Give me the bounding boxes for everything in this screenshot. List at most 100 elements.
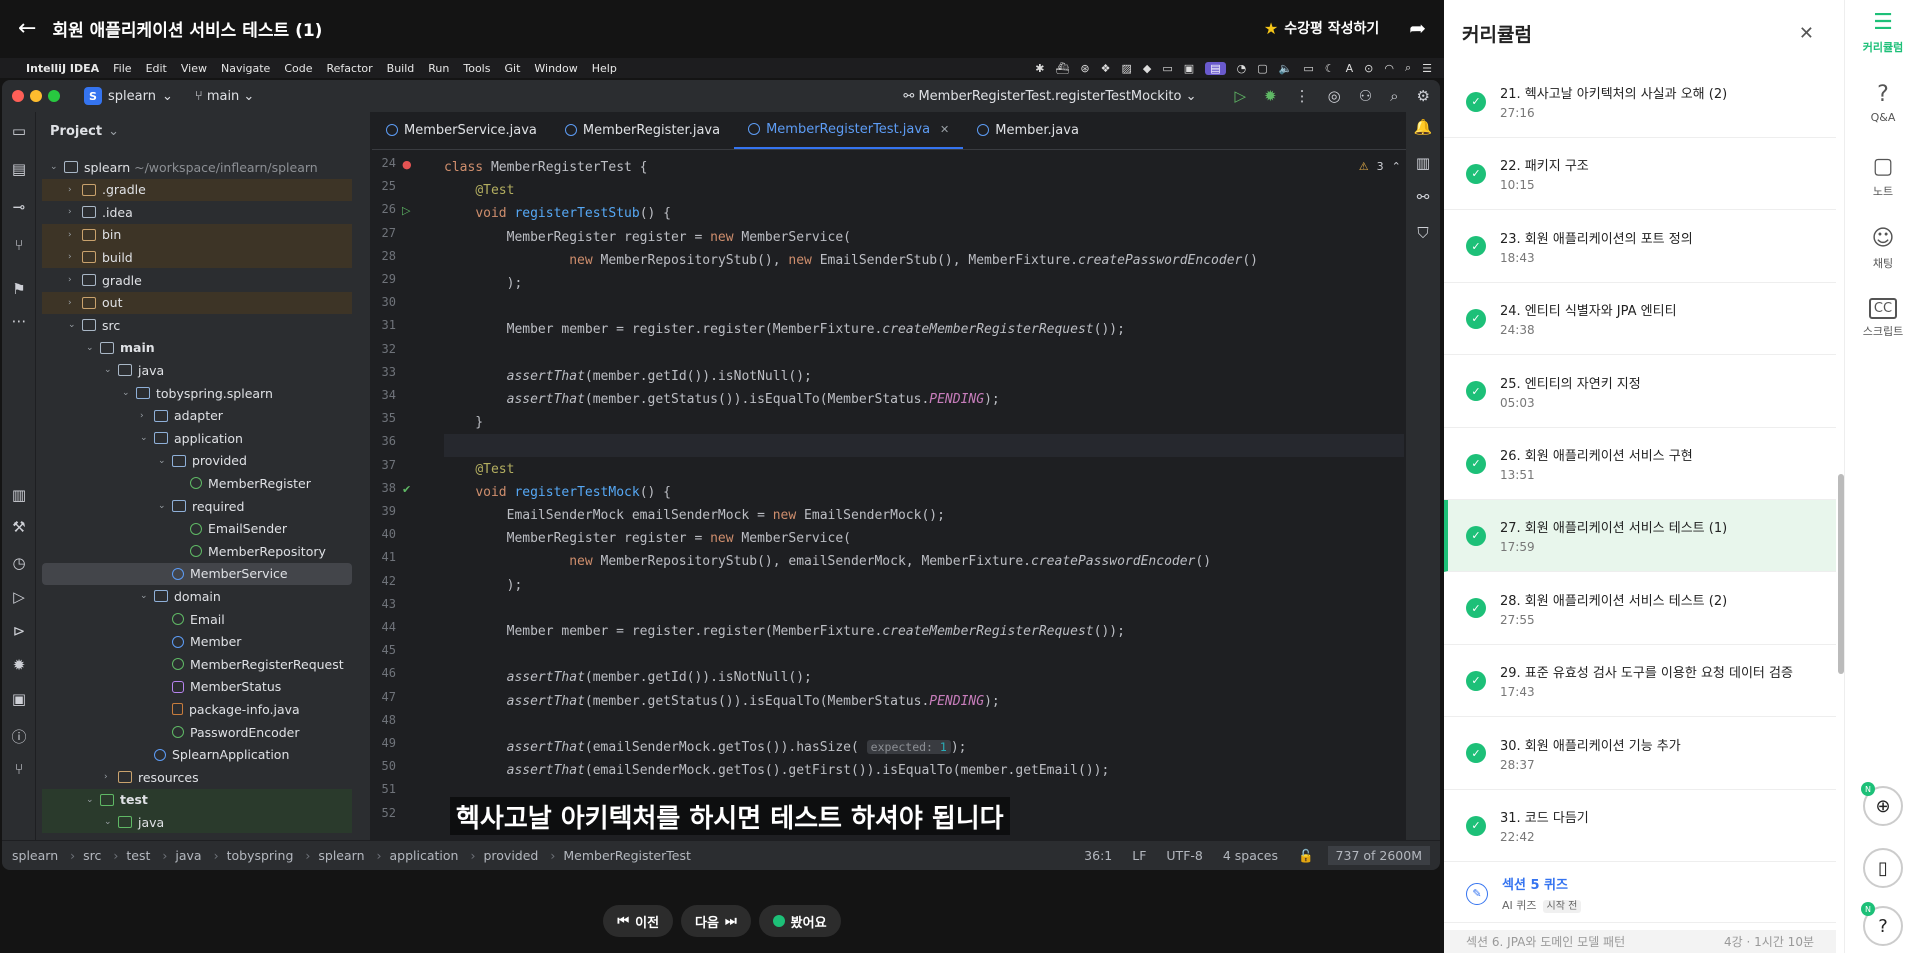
code-line[interactable]: MemberRegister register = new MemberServ… [444, 527, 1404, 550]
chevron-down-icon[interactable]: ⌄ [158, 501, 172, 511]
lecture-item[interactable]: ✓ 30. 회원 애플리케이션 기능 추가 28:37 [1444, 718, 1836, 790]
menu-item-build[interactable]: Build [387, 62, 415, 75]
profiler-icon[interactable]: ◷ [2, 554, 36, 572]
code-line[interactable] [444, 713, 1404, 736]
share-icon[interactable]: ➦ [1409, 16, 1426, 40]
screen-record-icon[interactable]: ▤ [1205, 61, 1226, 75]
docker-icon[interactable]: ⛴ [1055, 62, 1069, 75]
tree-item[interactable]: Member [42, 631, 352, 653]
code-line[interactable]: void registerTestMock() { [444, 481, 1404, 504]
code-line[interactable]: assertThat(member.getId()).isNotNull(); [444, 365, 1404, 388]
tree-item[interactable]: ⌄ application [42, 427, 352, 449]
chevron-down-icon[interactable]: ⌄ [86, 795, 100, 805]
code-line[interactable]: EmailSenderMock emailSenderMock = new Em… [444, 504, 1404, 527]
tree-item[interactable]: › .gradle [42, 178, 352, 201]
zoom-window-button[interactable] [48, 90, 60, 102]
search-icon[interactable]: ⌕ [1405, 61, 1411, 75]
tree-item[interactable]: ⌄ java [42, 811, 352, 834]
tree-item[interactable]: ⌄ splearn ~/workspace/inflearn/splearn [42, 156, 352, 178]
close-icon[interactable]: ✕ [1799, 23, 1826, 44]
b-tray-icon[interactable]: ▣ [1184, 62, 1194, 75]
close-tab-icon[interactable]: ✕ [940, 123, 949, 136]
editor-tab[interactable]: MemberRegisterTest.java ✕ [734, 111, 964, 149]
chevron-down-icon[interactable]: ⌄ [50, 162, 64, 172]
tree-item[interactable]: MemberRegisterRequest [42, 653, 352, 675]
database-icon[interactable]: ▥ [1406, 154, 1440, 172]
project-switcher[interactable]: Ssplearn ⌄ [84, 87, 173, 105]
chevron-right-icon[interactable]: › [68, 185, 82, 195]
code-area[interactable]: class MemberRegisterTest { @Test void re… [444, 152, 1404, 812]
volume-icon[interactable]: 🔈 [1279, 62, 1293, 75]
database-icon[interactable]: ▥ [2, 486, 36, 504]
more-icon[interactable]: ⋮ [1295, 87, 1310, 105]
rail-question-bubble[interactable]: ? Q&A [1845, 82, 1920, 124]
code-line[interactable] [444, 434, 1404, 458]
code-line[interactable]: new MemberRepositoryStub(), emailSenderM… [444, 550, 1404, 573]
code-line[interactable]: } [444, 411, 1404, 434]
close-window-button[interactable] [12, 90, 24, 102]
lecture-item[interactable]: ✓ 31. 코드 다듬기 22:42 [1444, 790, 1836, 862]
rail-cc[interactable]: CC 스크립트 [1845, 298, 1920, 339]
chevron-down-icon[interactable]: ⌄ [122, 388, 136, 398]
lecture-item[interactable]: ✓ 21. 헥사고날 아키텍처의 사실과 오해 (2) 27:16 [1444, 66, 1836, 138]
lecture-item[interactable]: ✓ 24. 엔티티 식별자와 JPA 엔티티 24:38 [1444, 283, 1836, 356]
rail-chat-smile[interactable]: ☺ 채팅 [1845, 226, 1920, 271]
write-review-button[interactable]: ★ 수강평 작성하기 [1264, 18, 1379, 38]
menu-item-navigate[interactable]: Navigate [221, 62, 270, 75]
breadcrumb-item[interactable]: provided [483, 848, 538, 863]
moon-icon[interactable]: ☾ [1325, 62, 1335, 75]
code-line[interactable] [444, 342, 1404, 365]
editor-tab[interactable]: Member.java [963, 111, 1093, 149]
globe-tray-icon[interactable]: ⊛ [1080, 62, 1089, 75]
tree-item[interactable]: › resources [42, 766, 352, 788]
diamond-tray-icon[interactable]: ◆ [1143, 62, 1151, 75]
breadcrumb-item[interactable]: application [390, 848, 459, 863]
bookmarks-icon[interactable]: ⚑ [2, 280, 36, 298]
tree-item[interactable]: ⌄ test [42, 788, 352, 811]
tree-item[interactable]: › bin [42, 223, 352, 246]
dropbox-icon[interactable]: ❖ [1101, 62, 1111, 75]
code-line[interactable]: assertThat(member.getStatus()).isEqualTo… [444, 388, 1404, 411]
add-user-icon[interactable]: ⚇ [1359, 87, 1372, 105]
test-pass-icon[interactable]: ✔ [402, 483, 411, 496]
rail-note[interactable]: ▢ 노트 [1845, 154, 1920, 199]
tree-item[interactable]: ⌄ main [42, 337, 352, 359]
code-line[interactable]: Member member = register.register(Member… [444, 318, 1404, 341]
menu-item-view[interactable]: View [181, 62, 207, 75]
lecture-item[interactable]: ✓ 29. 표준 유효성 검사 도구를 이용한 요청 데이터 검증 17:43 [1444, 645, 1836, 718]
tree-item[interactable]: ⌄ java [42, 359, 352, 381]
debug-icon[interactable]: ✹ [1264, 87, 1277, 105]
tree-item[interactable]: Email [42, 608, 352, 630]
watched-button[interactable]: 봤어요 [758, 905, 841, 937]
tree-item[interactable]: MemberRegister [42, 472, 352, 494]
code-line[interactable]: assertThat(member.getId()).isNotNull(); [444, 666, 1404, 689]
menu-item-window[interactable]: Window [534, 62, 577, 75]
project-folder-icon[interactable]: ▭ [2, 122, 36, 140]
commit-icon[interactable]: ⊸ [2, 198, 36, 216]
breadcrumb-item[interactable]: tobyspring [227, 848, 294, 863]
run-panel-icon[interactable]: ▷ [2, 588, 36, 606]
run-test-icon[interactable]: ▷ [402, 204, 410, 217]
code-line[interactable]: assertThat(member.getStatus()).isEqualTo… [444, 690, 1404, 713]
file-encoding[interactable]: UTF-8 [1166, 848, 1202, 863]
menu-item-edit[interactable]: Edit [146, 62, 167, 75]
terminal-icon[interactable]: ▣ [2, 690, 36, 708]
memory-indicator[interactable]: 737 of 2600M [1327, 846, 1430, 865]
code-line[interactable]: assertThat(emailSenderMock.getTos()).has… [444, 736, 1404, 759]
chevron-right-icon[interactable]: › [68, 298, 82, 308]
run-config-selector[interactable]: ⚯ MemberRegisterTest.registerTestMockito… [903, 89, 1196, 104]
menu-item-code[interactable]: Code [284, 62, 312, 75]
chevron-right-icon[interactable]: › [68, 275, 82, 285]
tree-item[interactable]: › .idea [42, 201, 352, 223]
breadcrumb-item[interactable]: test [126, 848, 150, 863]
tree-item[interactable]: › gradle [42, 269, 352, 291]
tree-item[interactable]: PasswordEncoder [42, 721, 352, 743]
debug-bug-icon[interactable]: ✹ [2, 656, 36, 674]
tree-item[interactable]: ⌄ src [42, 314, 352, 336]
tree-item[interactable]: ⌄ domain [42, 585, 352, 607]
structure-icon[interactable]: ▤ [2, 160, 36, 178]
chevron-right-icon[interactable]: › [68, 207, 82, 217]
code-line[interactable]: assertThat(emailSenderMock.getTos().getF… [444, 759, 1404, 782]
code-line[interactable]: new MemberRepositoryStub(), new EmailSen… [444, 249, 1404, 272]
chevron-right-icon[interactable]: › [104, 772, 118, 782]
